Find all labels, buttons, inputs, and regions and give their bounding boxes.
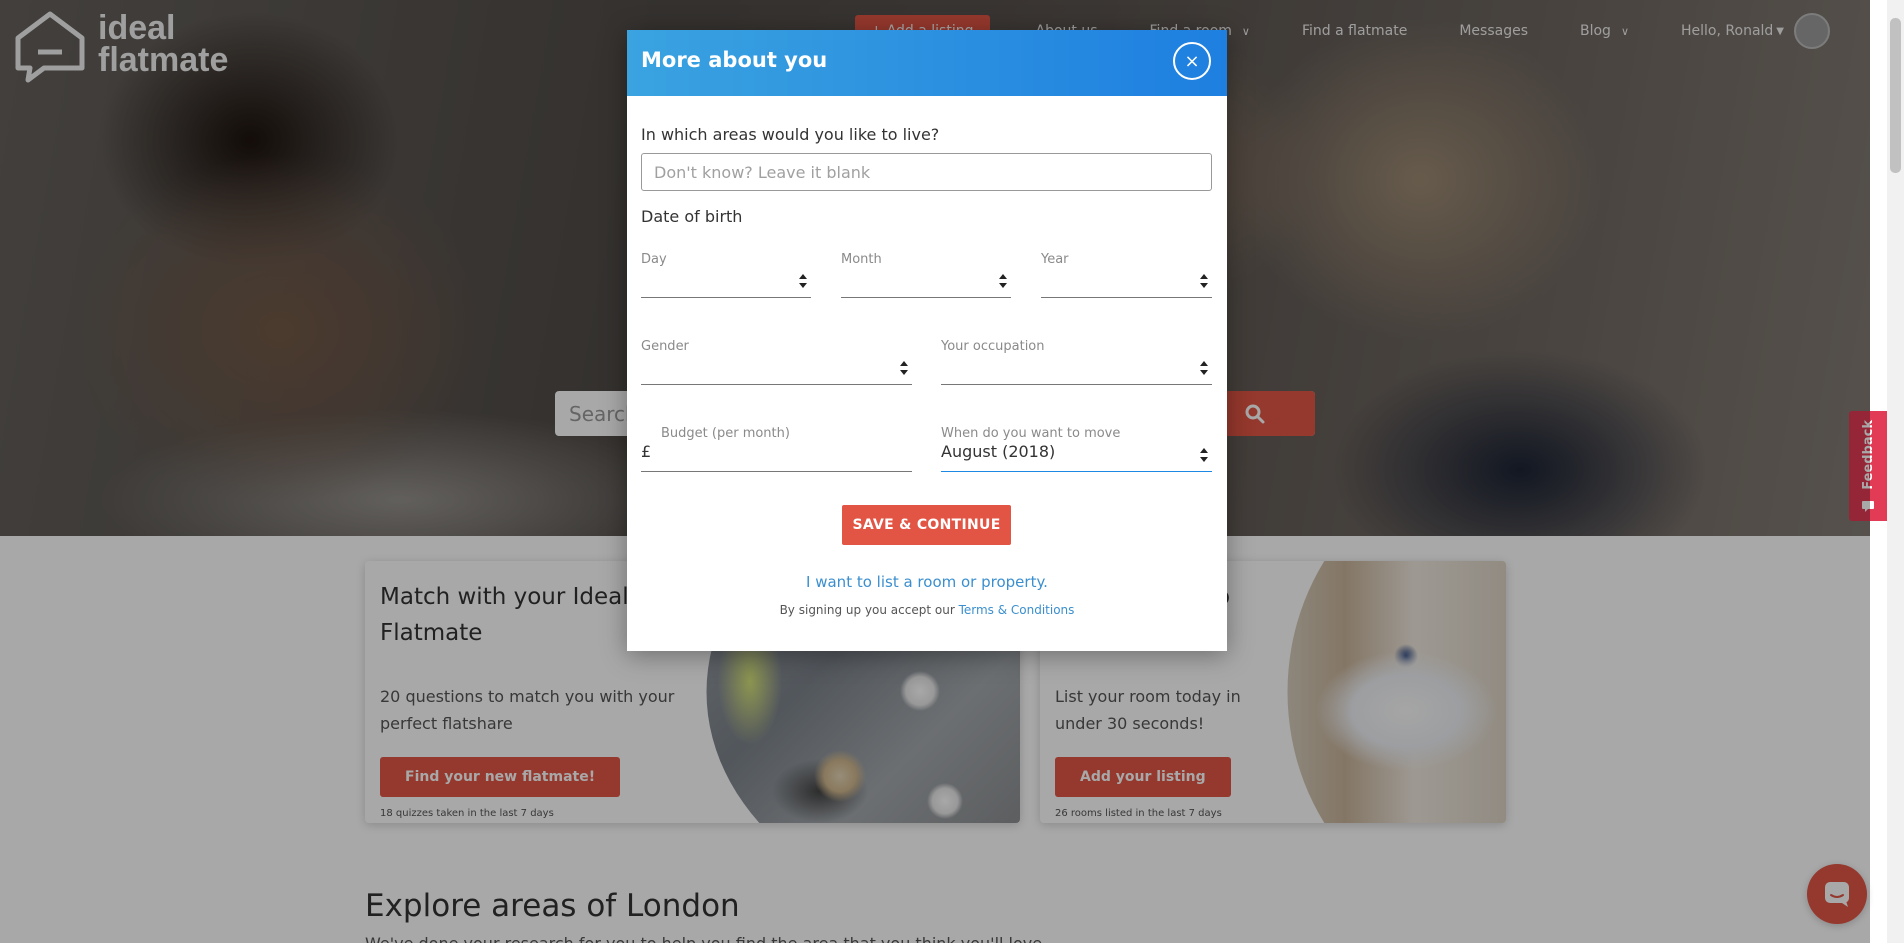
dob-label: Date of birth (641, 207, 743, 226)
sort-arrows-icon (1200, 361, 1208, 375)
modal-title: More about you (641, 48, 828, 72)
sort-arrows-icon (799, 274, 807, 288)
day-select[interactable] (641, 266, 811, 298)
budget-label: Budget (per month) (661, 426, 790, 441)
modal-body: In which areas would you like to live? D… (627, 96, 1227, 651)
modal-header: More about you × (627, 30, 1227, 96)
gender-label: Gender (641, 339, 689, 354)
sort-arrows-icon (1200, 274, 1208, 288)
move-date-select[interactable]: August (2018) (941, 440, 1212, 472)
areas-input[interactable] (641, 153, 1212, 191)
month-label: Month (841, 252, 882, 267)
terms-link[interactable]: Terms & Conditions (959, 603, 1075, 617)
close-button[interactable]: × (1173, 42, 1211, 80)
budget-input[interactable]: £ (641, 440, 912, 472)
gender-select[interactable] (641, 353, 912, 385)
save-continue-button[interactable]: SAVE & CONTINUE (842, 505, 1011, 545)
sort-arrows-icon (999, 274, 1007, 288)
year-label: Year (1041, 252, 1069, 267)
day-label: Day (641, 252, 667, 267)
occupation-select[interactable] (941, 353, 1212, 385)
move-date-label: When do you want to move (941, 426, 1121, 441)
areas-label: In which areas would you like to live? (641, 125, 940, 144)
pound-sign: £ (641, 442, 652, 461)
page-scrollbar[interactable] (1887, 0, 1904, 943)
terms-prefix: By signing up you accept our (779, 603, 959, 617)
move-date-value: August (2018) (941, 442, 1056, 461)
terms-text: By signing up you accept our Terms & Con… (627, 603, 1227, 617)
list-room-link[interactable]: I want to list a room or property. (627, 573, 1227, 591)
more-about-you-modal: More about you × In which areas would yo… (627, 30, 1227, 651)
year-select[interactable] (1041, 266, 1212, 298)
close-icon: × (1184, 50, 1200, 72)
scrollbar-thumb[interactable] (1890, 18, 1901, 173)
month-select[interactable] (841, 266, 1011, 298)
occupation-label: Your occupation (941, 339, 1045, 354)
sort-arrows-icon (1200, 448, 1208, 462)
sort-arrows-icon (900, 361, 908, 375)
